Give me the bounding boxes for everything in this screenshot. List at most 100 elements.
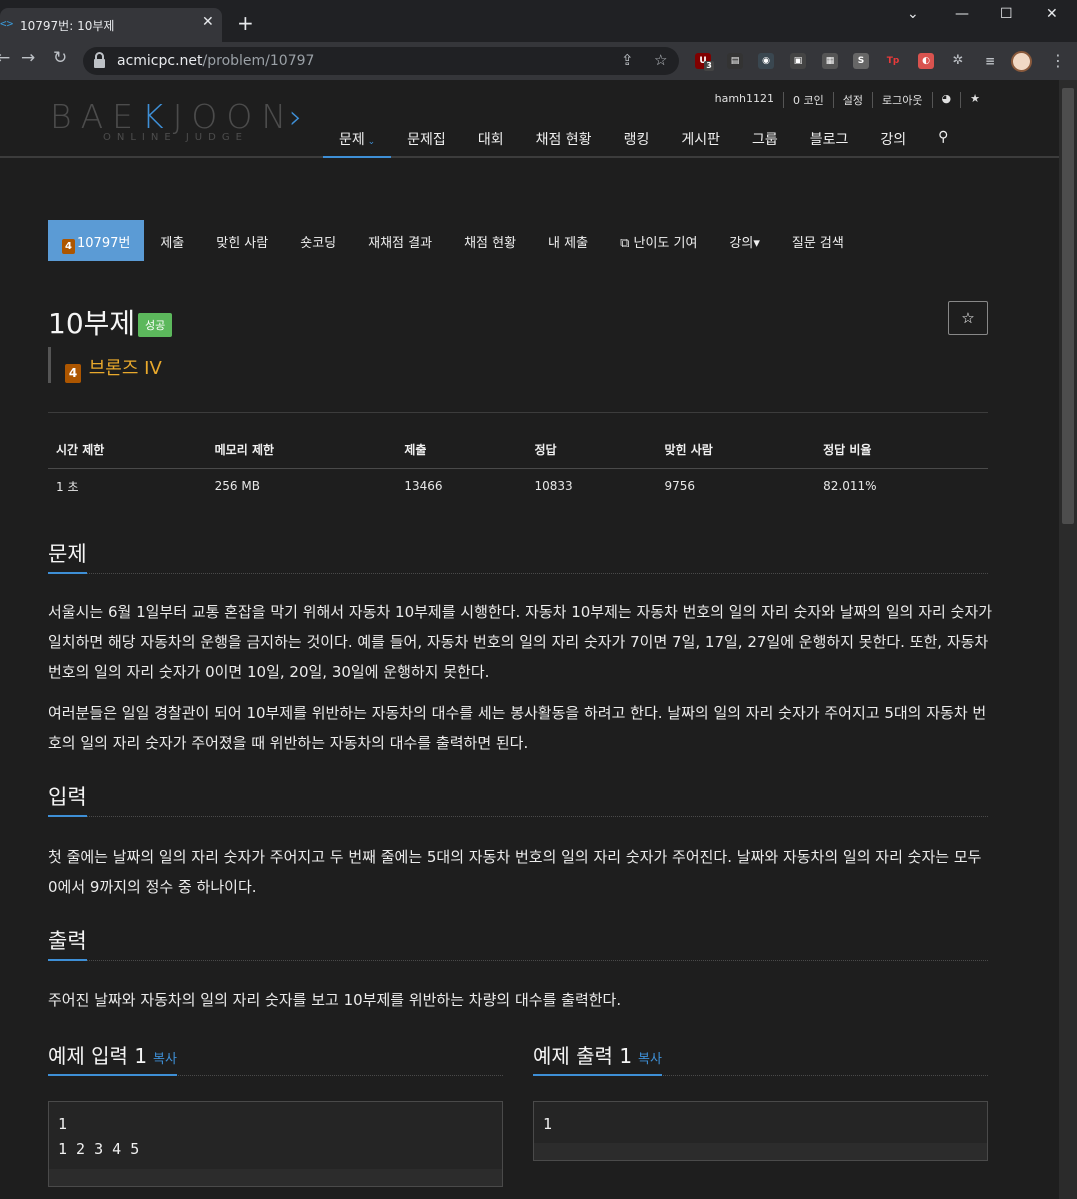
reload-icon[interactable]: ↻: [53, 50, 67, 67]
sample-output-code[interactable]: 1: [533, 1101, 988, 1161]
sample-output-title: 예제 출력 1: [533, 1044, 633, 1068]
logo-subtitle: ONLINE JUDGE: [103, 132, 248, 143]
page-content: BAEKJOON› ONLINE JUDGE hamh1121 0 코인 설정 …: [0, 80, 1059, 1199]
new-tab-button[interactable]: +: [237, 13, 254, 33]
input-title: 입력: [48, 777, 87, 817]
tab-question-search[interactable]: 질문 검색: [776, 220, 860, 261]
coin-link[interactable]: 0 코인: [783, 92, 833, 108]
output-description: 주어진 날짜와 자동차의 일의 자리 숫자를 보고 10부제를 위반하는 차량의…: [48, 991, 622, 1009]
extension-icon[interactable]: ◐: [918, 53, 934, 69]
tab-solvers[interactable]: 맞힌 사람: [200, 220, 284, 261]
site-header: BAEKJOON› ONLINE JUDGE hamh1121 0 코인 설정 …: [0, 80, 1059, 158]
tier-label: 4 브론즈 IV: [48, 347, 162, 383]
url-host: acmicpc.net: [117, 53, 203, 69]
output-section-header: 출력: [48, 921, 988, 961]
browser-toolbar: ← → ↻ acmicpc.net/problem/10797 ⇪ ☆ U3 ▤…: [0, 42, 1077, 80]
memory-limit-value: 256 MB: [214, 479, 260, 494]
scrollbar-thumb[interactable]: [1062, 88, 1074, 524]
input-section-header: 입력: [48, 777, 988, 817]
extension-icon[interactable]: ◉: [758, 53, 774, 69]
favorite-button[interactable]: ☆: [948, 301, 988, 335]
nav-contest[interactable]: 대회: [462, 126, 520, 158]
username-link[interactable]: hamh1121: [706, 92, 783, 108]
nav-blog[interactable]: 블로그: [794, 126, 865, 158]
browser-tabstrip: <> 10797번: 10부제 ✕ + ⌄ — ☐ ✕: [0, 0, 1077, 42]
minimize-button[interactable]: —: [955, 6, 969, 22]
tab-status[interactable]: 채점 현황: [448, 220, 532, 261]
browser-tab[interactable]: <> 10797번: 10부제 ✕: [0, 8, 222, 42]
nav-board[interactable]: 게시판: [665, 126, 736, 158]
more-menu-icon[interactable]: ⋮: [1050, 51, 1066, 70]
search-icon[interactable]: ⚲: [922, 126, 964, 158]
ratio-value: 82.011%: [823, 479, 877, 494]
bronze-tier-icon: 4: [62, 239, 75, 254]
tab-title: 10797번: 10부제: [20, 19, 115, 33]
site-logo[interactable]: BAEKJOON›: [50, 97, 311, 136]
extension-icon[interactable]: Tp: [885, 53, 901, 69]
tab-close-icon[interactable]: ✕: [202, 14, 214, 30]
tab-rejudge[interactable]: 재채점 결과: [352, 220, 448, 261]
nav-ranking[interactable]: 랭킹: [608, 126, 666, 158]
bronze-tier-icon: 4: [65, 364, 81, 383]
col-accepted: 정답: [526, 432, 657, 469]
close-window-button[interactable]: ✕: [1046, 6, 1058, 22]
chevron-down-icon: ⌄: [364, 137, 376, 147]
input-description: 첫 줄에는 날짜의 일의 자리 숫자가 주어지고 두 번째 줄에는 5대의 자동…: [48, 848, 982, 896]
page-title: 10부제: [48, 307, 136, 340]
globe-icon[interactable]: ◕: [931, 92, 961, 108]
description-section-header: 문제: [48, 534, 988, 574]
reading-list-icon[interactable]: ≡: [982, 53, 998, 69]
settings-link[interactable]: 설정: [832, 92, 872, 108]
tab-difficulty[interactable]: ⧉ 난이도 기여: [604, 220, 713, 261]
address-bar[interactable]: acmicpc.net/problem/10797 ⇪ ☆: [83, 47, 679, 75]
copy-input-button[interactable]: 복사: [153, 1052, 177, 1067]
nav-status[interactable]: 채점 현황: [520, 126, 608, 158]
description-paragraph-2: 여러분들은 일일 경찰관이 되어 10부제를 위반하는 자동차의 대수를 세는 …: [48, 704, 987, 752]
maximize-button[interactable]: ☐: [1000, 6, 1013, 22]
accepted-value: 10833: [534, 479, 573, 494]
extension-icon[interactable]: ▤: [727, 53, 743, 69]
copy-output-button[interactable]: 복사: [638, 1052, 662, 1067]
back-icon[interactable]: ←: [0, 50, 10, 67]
profile-avatar[interactable]: [1011, 51, 1032, 72]
tab-submit[interactable]: 제출: [144, 220, 200, 261]
nav-group[interactable]: 그룹: [736, 126, 794, 158]
tab-lecture-dropdown[interactable]: 강의▾: [713, 220, 775, 261]
sample-input-code[interactable]: 1 1 2 3 4 5: [48, 1101, 503, 1187]
tab-my-submissions[interactable]: 내 제출: [532, 220, 604, 261]
page-scrollbar[interactable]: [1059, 80, 1077, 1199]
bookmark-star-icon[interactable]: ☆: [654, 51, 667, 69]
col-submissions: 제출: [396, 432, 527, 469]
favorites-star-icon[interactable]: ★: [960, 92, 989, 108]
sample-output-header: 예제 출력 1 복사: [533, 1034, 988, 1076]
nav-lecture[interactable]: 강의: [864, 126, 922, 158]
extensions-puzzle-icon[interactable]: ✲: [950, 53, 966, 69]
share-icon[interactable]: ⇪: [621, 51, 634, 69]
col-solvers: 맞힌 사람: [656, 432, 816, 469]
divider: [48, 412, 988, 413]
problem-info-table: 시간 제한 메모리 제한 제출 정답 맞힌 사람 정답 비율 1 초 256 M…: [48, 432, 988, 504]
tab-shortcoding[interactable]: 숏코딩: [284, 220, 352, 261]
nav-problems[interactable]: 문제 ⌄: [323, 126, 392, 158]
sample-input-title: 예제 입력 1: [48, 1044, 148, 1068]
problem-subnav: 4 10797번 제출 맞힌 사람 숏코딩 재채점 결과 채점 현황 내 제출 ⧉…: [48, 220, 860, 261]
extension-icon[interactable]: ▣: [790, 53, 806, 69]
site-favicon-icon: <>: [0, 17, 14, 30]
tab-search-icon[interactable]: ⌄: [907, 6, 919, 22]
user-menu: hamh1121 0 코인 설정 로그아웃 ◕ ★: [706, 92, 989, 108]
col-ratio: 정답 비율: [815, 432, 988, 469]
forward-icon[interactable]: →: [21, 50, 35, 67]
extension-icon[interactable]: S: [853, 53, 869, 69]
tab-problem[interactable]: 4 10797번: [48, 220, 145, 261]
url-path: /problem/10797: [202, 53, 315, 69]
description-paragraph-1: 서울시는 6월 1일부터 교통 혼잡을 막기 위해서 자동차 10부제를 시행한…: [48, 603, 992, 681]
status-badge: 성공: [138, 313, 173, 337]
col-memory-limit: 메모리 제한: [206, 432, 397, 469]
solvers-value: 9756: [664, 479, 696, 494]
nav-workbook[interactable]: 문제집: [391, 126, 462, 158]
url-text: acmicpc.net/problem/10797: [117, 53, 314, 69]
passwords-extension-icon[interactable]: ▦: [822, 53, 838, 69]
logout-link[interactable]: 로그아웃: [872, 92, 931, 108]
ublock-extension-icon[interactable]: U3: [695, 53, 714, 71]
description-title: 문제: [48, 534, 87, 574]
